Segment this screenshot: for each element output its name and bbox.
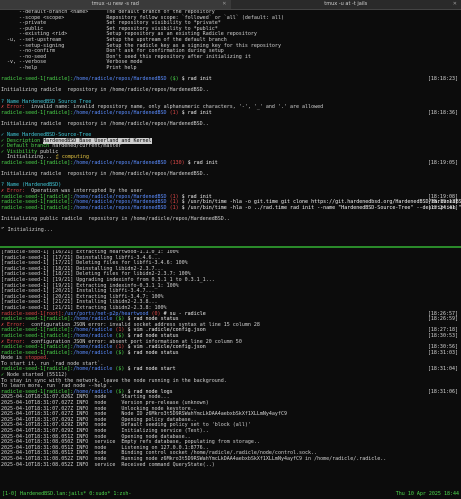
- pane-divider[interactable]: [0, 246, 461, 248]
- prompt-path: /home/radicle: [73, 349, 113, 356]
- output-text: 2025-04-10T18:31:08.052Z INFO service Re…: [1, 461, 215, 468]
- tab-label: tmux -u at -t jails: [324, 1, 368, 7]
- output-text: Initializing radicle repository in /home…: [1, 171, 209, 178]
- terminal-pane-bottom[interactable]: [radicle-seed-1] [16/21] Extracting hear…: [0, 250, 461, 488]
- prompt-path: /home/radicle/repos/HardenedBSD: [73, 204, 167, 211]
- exit-status: ($): [112, 366, 128, 373]
- command-text: $ rad init: [187, 160, 218, 167]
- shell-prompt: radicle-seed-1[radicle]:: [1, 109, 74, 116]
- output-text: hardened/current/master: [52, 143, 122, 150]
- output-text: Initializing radicle repository in /home…: [1, 87, 209, 94]
- output-text: ⠋ Initializing...: [1, 227, 53, 234]
- exit-status: ($): [112, 349, 128, 356]
- prompt-path: /home/radicle/repos/HardenedBSD: [73, 109, 167, 116]
- terminal-line: 2025-04-10T18:31:08.052Z INFO service Re…: [1, 461, 460, 469]
- tab-label: tmux -u new -s rad: [91, 1, 139, 7]
- terminal-pane-top[interactable]: --default-branch <name> The default bran…: [0, 10, 461, 245]
- exit-status: (130): [166, 160, 188, 167]
- close-icon[interactable]: ✕: [453, 0, 457, 9]
- tab-rad[interactable]: tmux -u new -s rad ✕: [0, 0, 231, 9]
- shell-prompt: radicle-seed-1[radicle]:: [1, 160, 74, 167]
- output-text: Initializing public radicle repository i…: [1, 215, 230, 222]
- prompt-path: /home/radicle/repos/HardenedBSD: [73, 160, 167, 167]
- tab-bar: tmux -u new -s rad ✕ tmux -u at -t jails…: [0, 0, 461, 10]
- shell-prompt: radicle-seed-1[radicle]:: [1, 204, 74, 211]
- exit-status: (1): [166, 109, 182, 116]
- prompt-path: /home/radicle: [73, 366, 113, 373]
- status-windows[interactable]: [1-0] HardenedBSD.lan:jails* 0:sudo* 1:z…: [2, 491, 131, 497]
- shell-prompt: radicle-seed-1[radicle]:: [1, 76, 74, 83]
- prompt-path: /home/radicle/repos/HardenedBSD: [73, 76, 167, 83]
- exit-status: ($): [166, 76, 182, 83]
- command-text: $ rad init: [181, 109, 212, 116]
- output-text: --help Print help: [1, 64, 137, 71]
- command-text: $ rad node status: [127, 349, 179, 356]
- close-icon[interactable]: ✕: [222, 0, 226, 9]
- terminal-line: ⠋ Initializing...: [1, 227, 460, 234]
- status-clock: Thu 10 Apr 2025 18:44: [395, 491, 459, 497]
- tab-jails[interactable]: tmux -u at -t jails ✕: [231, 0, 461, 9]
- tmux-status-bar: [1-0] HardenedBSD.lan:jails* 0:sudo* 1:z…: [0, 489, 461, 499]
- command-text: $ /usr/bin/time -hla -o ../rad.time rad …: [181, 204, 461, 211]
- command-text: $ rad init: [181, 76, 212, 83]
- exit-status: (1): [166, 204, 182, 211]
- output-text: Initializing radicle repository in /home…: [1, 120, 209, 127]
- command-text: $ rad node start: [127, 366, 176, 373]
